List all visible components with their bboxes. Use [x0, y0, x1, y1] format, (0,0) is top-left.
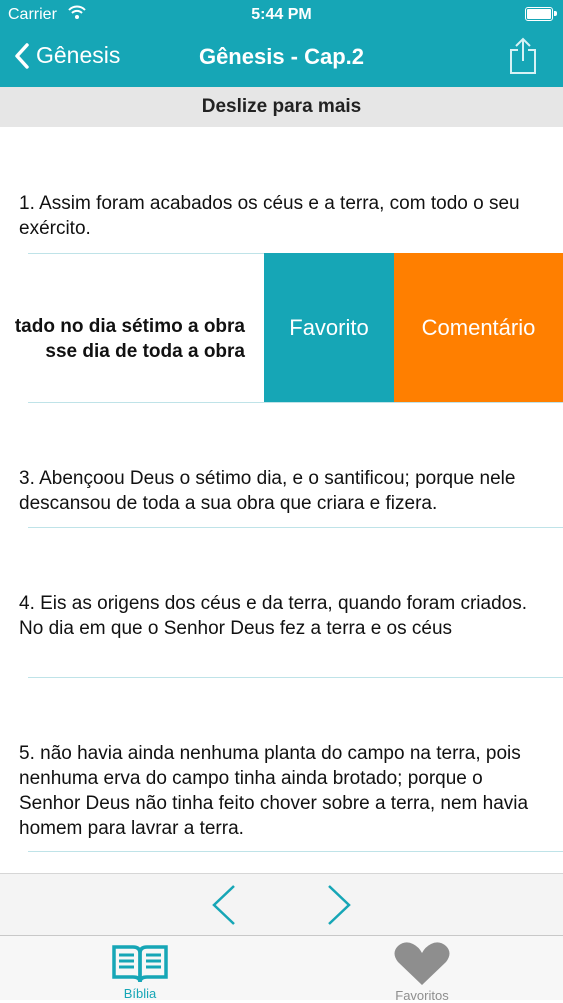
battery-icon — [525, 7, 557, 21]
verse-3[interactable]: 3. Abençoou Deus o sétimo dia, e o santi… — [19, 466, 544, 516]
navigation-bar: Carrier 5:44 PM Gênesis Gênesis - Cap.2 — [0, 0, 563, 87]
divider — [28, 851, 563, 852]
tab-favoritos[interactable]: Favoritos — [322, 936, 522, 1003]
verse-2-line-2: sse dia de toda a obra — [45, 341, 245, 362]
next-chapter-button[interactable] — [325, 884, 353, 931]
comment-action-button[interactable]: Comentário — [394, 253, 563, 403]
swipe-hint: Deslize para mais — [0, 87, 563, 127]
verse-2-text: tado no dia sétimo a obra sse dia de tod… — [0, 314, 245, 364]
tab-biblia-label: Bíblia — [123, 986, 157, 1001]
heart-icon — [394, 942, 450, 985]
verse-5[interactable]: 5. não havia ainda nenhuma planta do cam… — [19, 741, 544, 841]
chapter-pager — [0, 873, 563, 936]
chevron-right-icon — [328, 885, 351, 925]
divider — [28, 402, 563, 403]
verse-1[interactable]: 1. Assim foram acabados os céus e a terr… — [19, 191, 544, 241]
share-icon — [510, 37, 536, 74]
verse-2-line-1: tado no dia sétimo a obra — [14, 316, 245, 337]
tab-bar: Bíblia Favoritos — [0, 935, 563, 1003]
page-title: Gênesis - Cap.2 — [198, 44, 365, 69]
chevron-left-icon — [212, 885, 235, 925]
status-time: 5:44 PM — [251, 6, 312, 23]
verse-2-swiped[interactable]: tado no dia sétimo a obra sse dia de tod… — [0, 253, 563, 403]
verse-4[interactable]: 4. Eis as origens dos céus e da terra, q… — [19, 591, 544, 641]
share-button[interactable] — [509, 37, 537, 80]
favorite-action-button[interactable]: Favorito — [264, 253, 394, 403]
divider — [28, 527, 563, 528]
status-bar: Carrier 5:44 PM — [0, 0, 563, 30]
previous-chapter-button[interactable] — [210, 884, 238, 931]
tab-favoritos-label: Favoritos — [395, 988, 449, 1003]
tab-biblia[interactable]: Bíblia — [40, 936, 240, 1001]
book-icon — [112, 945, 168, 983]
divider — [28, 677, 563, 678]
